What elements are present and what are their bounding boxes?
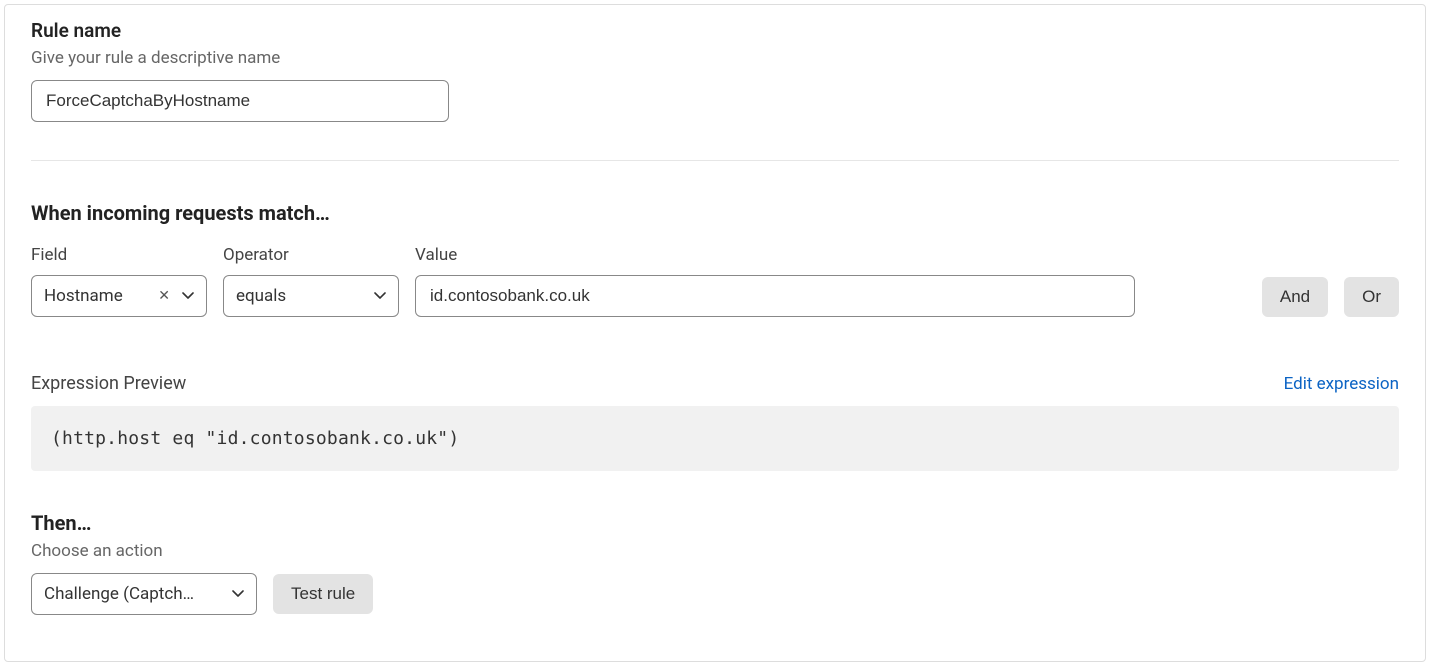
value-input[interactable] bbox=[415, 275, 1135, 317]
then-hint: Choose an action bbox=[31, 541, 1399, 561]
clear-field-icon[interactable]: ✕ bbox=[154, 288, 174, 304]
value-label: Value bbox=[415, 245, 1246, 265]
expression-preview-code: (http.host eq "id.contosobank.co.uk") bbox=[31, 406, 1399, 471]
action-select[interactable]: Challenge (Captch… bbox=[31, 573, 257, 615]
when-section-title: When incoming requests match… bbox=[31, 201, 1399, 225]
chevron-down-icon bbox=[232, 590, 244, 598]
test-rule-button[interactable]: Test rule bbox=[273, 574, 373, 614]
expression-preview-label: Expression Preview bbox=[31, 373, 186, 394]
rule-name-input[interactable] bbox=[31, 80, 449, 122]
edit-expression-link[interactable]: Edit expression bbox=[1284, 374, 1399, 394]
section-divider bbox=[31, 160, 1399, 161]
rule-editor-panel: Rule name Give your rule a descriptive n… bbox=[4, 4, 1426, 662]
action-select-value: Challenge (Captch… bbox=[44, 584, 224, 604]
chevron-down-icon bbox=[374, 292, 386, 300]
condition-row: Field Hostname ✕ Operator equals Value bbox=[31, 245, 1399, 317]
or-button[interactable]: Or bbox=[1344, 277, 1399, 317]
rule-name-hint: Give your rule a descriptive name bbox=[31, 48, 1399, 68]
operator-select[interactable]: equals bbox=[223, 275, 399, 317]
operator-label: Operator bbox=[223, 245, 399, 265]
rule-name-label: Rule name bbox=[31, 19, 1399, 42]
chevron-down-icon bbox=[182, 292, 194, 300]
and-button[interactable]: And bbox=[1262, 277, 1328, 317]
field-label: Field bbox=[31, 245, 207, 265]
field-select-value: Hostname bbox=[44, 286, 146, 306]
operator-select-value: equals bbox=[236, 286, 366, 306]
then-section-title: Then… bbox=[31, 511, 1399, 535]
field-select[interactable]: Hostname ✕ bbox=[31, 275, 207, 317]
